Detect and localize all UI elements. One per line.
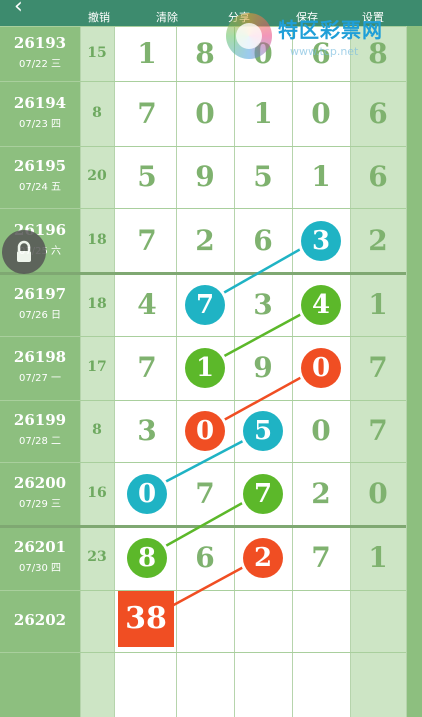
digit-ball[interactable]: 4 bbox=[301, 284, 341, 325]
digit-ball[interactable]: 7 bbox=[185, 284, 225, 325]
digit-ball[interactable]: 7 bbox=[243, 474, 283, 514]
digit-ball[interactable]: 3 bbox=[301, 220, 341, 261]
digit-ball[interactable]: 0 bbox=[301, 348, 341, 388]
lock-icon bbox=[17, 240, 31, 262]
digit-ball[interactable]: 2 bbox=[243, 538, 283, 578]
digit-ball[interactable]: 0 bbox=[185, 411, 225, 451]
digit-ball[interactable]: 5 bbox=[243, 411, 283, 451]
prediction-cell[interactable]: 38 bbox=[118, 591, 174, 647]
digit-ball[interactable]: 0 bbox=[127, 474, 167, 514]
digit-ball[interactable]: 1 bbox=[185, 348, 225, 388]
digit-ball[interactable]: 8 bbox=[127, 538, 167, 578]
lock-button[interactable] bbox=[2, 230, 46, 274]
